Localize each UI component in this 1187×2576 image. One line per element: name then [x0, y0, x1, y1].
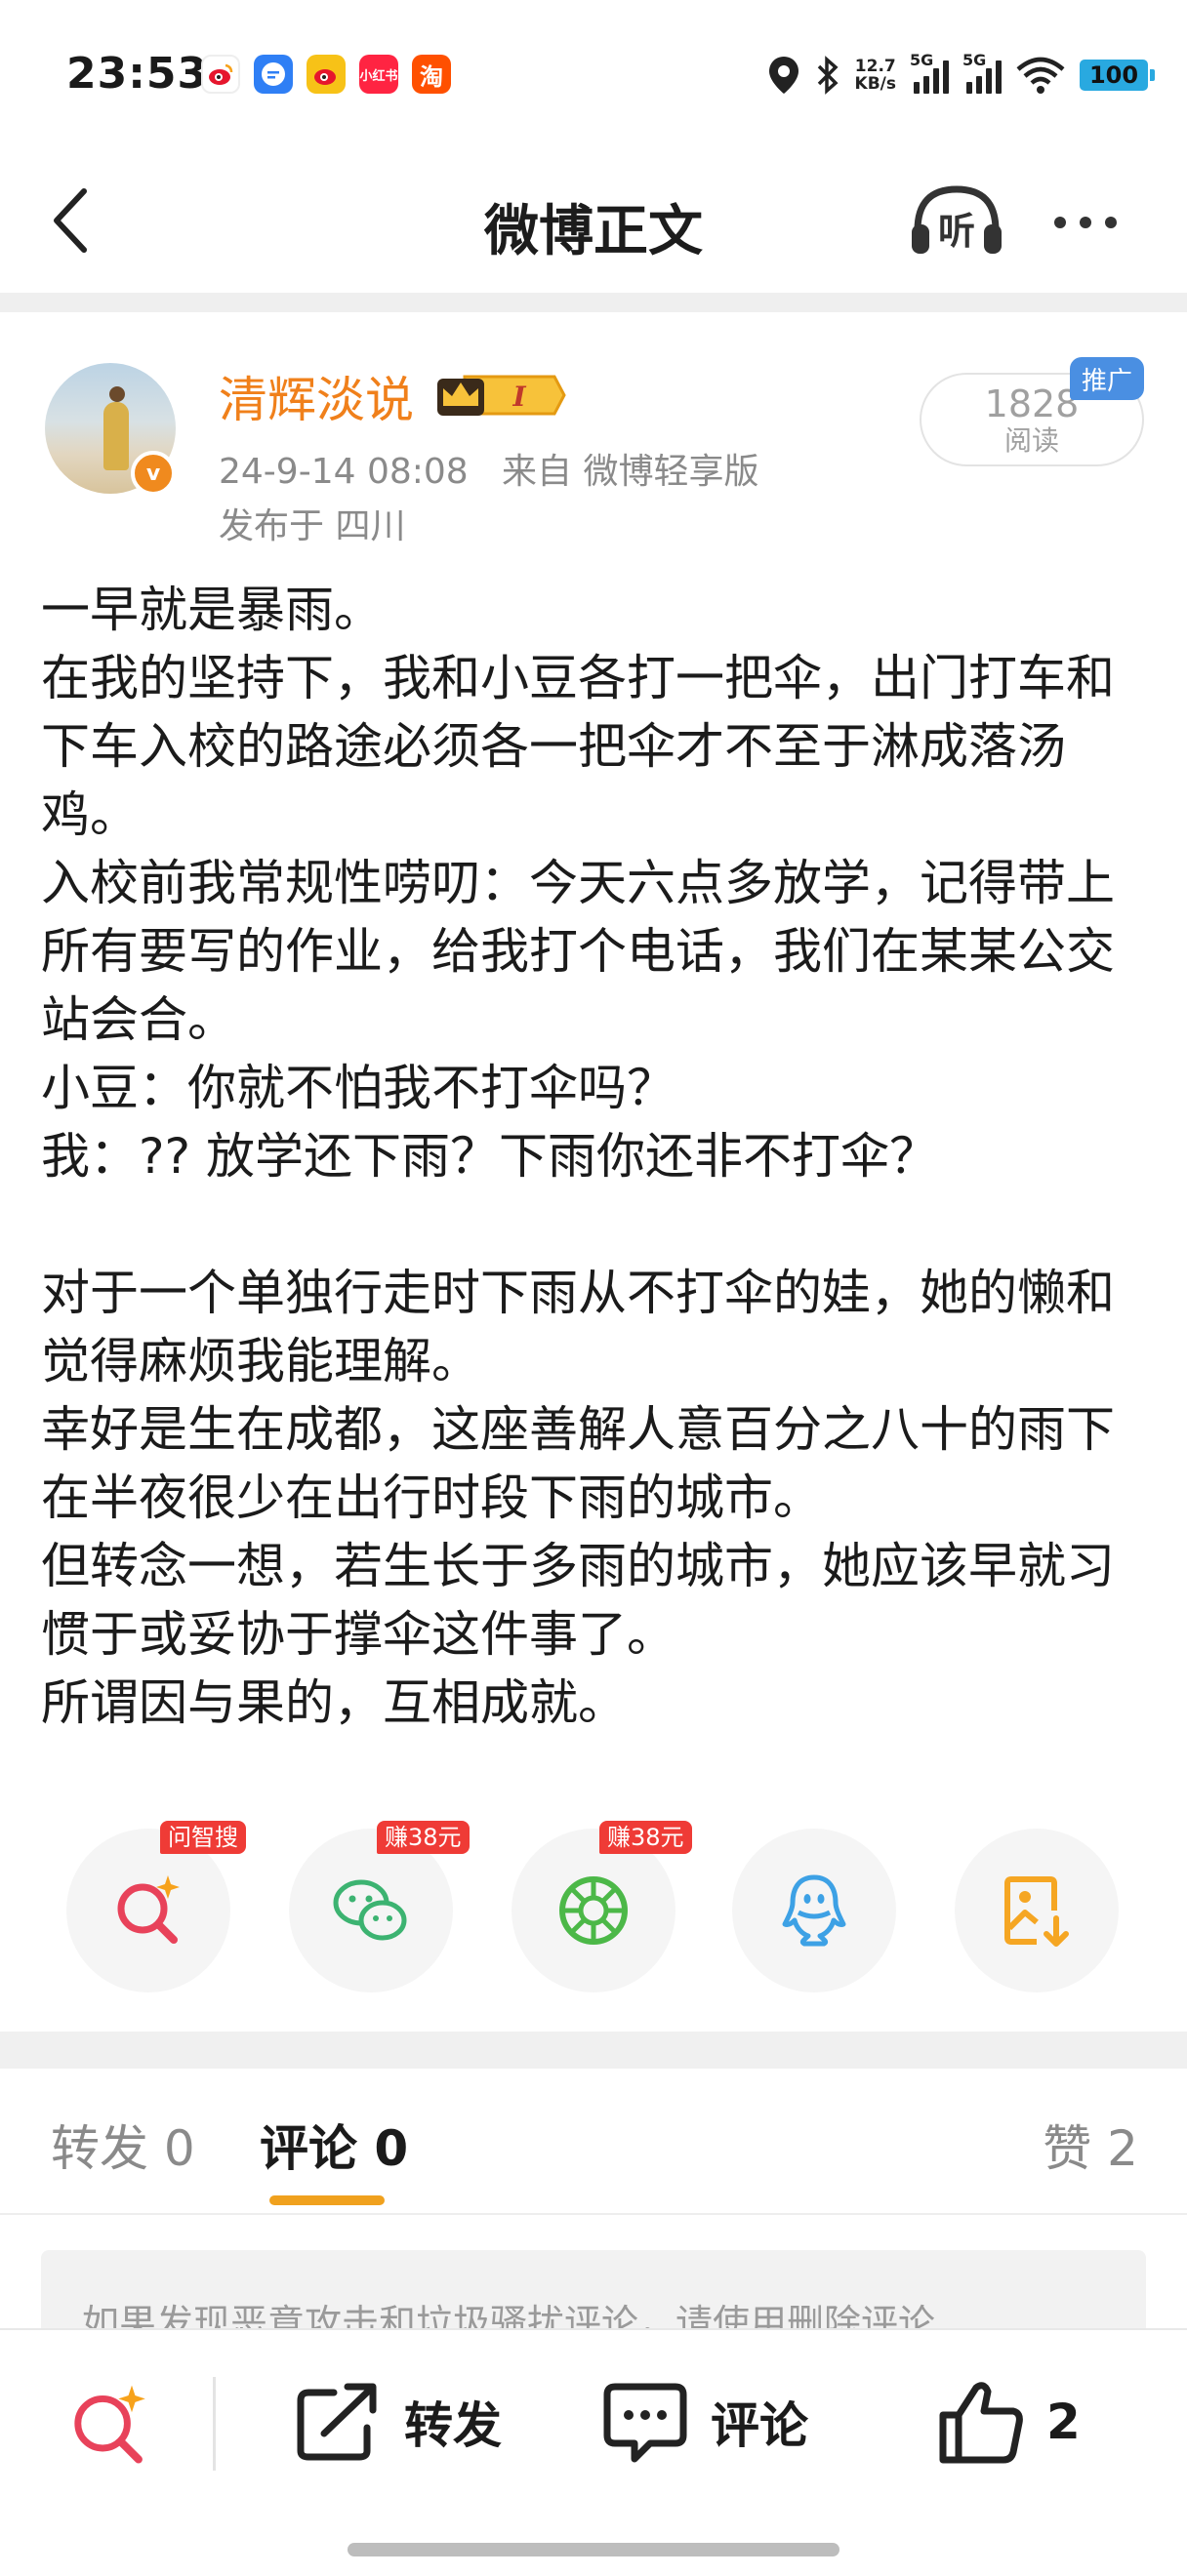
share-wechat-button[interactable]: 赚38元 — [289, 1821, 470, 1992]
share-save-image-button[interactable] — [955, 1829, 1119, 1992]
svg-text:听: 听 — [938, 210, 975, 253]
divider — [0, 2213, 1187, 2215]
divider — [0, 293, 1187, 312]
like-button[interactable]: 2 — [939, 2373, 1081, 2471]
qq-icon — [782, 1874, 846, 1947]
share-row: 问智搜 赚38元 赚38元 — [0, 1821, 1187, 1994]
post-meta: 24-9-14 08:08 来自 微博轻享版 — [219, 443, 759, 494]
tab-like[interactable]: 赞 2 — [1043, 2110, 1138, 2180]
post-paragraph: 小豆：你就不怕我不打伞吗？ — [41, 1060, 675, 1116]
read-label: 阅读 — [1003, 424, 1059, 457]
post-paragraph: 所谓因与果的，互相成就。 — [41, 1674, 627, 1731]
share-tag: 问智搜 — [160, 1821, 246, 1854]
thumbs-up-icon — [939, 2382, 1023, 2464]
moments-icon — [559, 1876, 628, 1945]
post-paragraph: 但转念一想，若生长于多雨的城市，她应该早就习惯于或妥协于撑伞这件事了。 — [41, 1538, 1115, 1663]
comment-notice-text: 如果发现恶意攻击和垃圾骚扰评论，请使用删除评论 — [82, 2302, 936, 2328]
divider — [213, 2377, 216, 2471]
promote-badge[interactable]: 推广 — [1070, 357, 1144, 400]
divider — [0, 2032, 1187, 2069]
status-bar: 23:53 小红书 淘 12.7 KB/s 5G 5G 100 — [0, 0, 1187, 146]
post-paragraph: 幸好是生在成都，这座善解人意百分之八十的雨下在半夜很少在出行时段下雨的城市。 — [41, 1401, 1115, 1526]
save-image-icon — [1004, 1876, 1069, 1947]
home-indicator[interactable] — [348, 2543, 839, 2556]
repost-icon — [297, 2383, 377, 2461]
post-paragraph: 我：?? 放学还下雨？下雨你还非不打伞？ — [41, 1128, 938, 1185]
post-body: 一早就是暴雨。 在我的坚持下，我和小豆各打一把伞，出门打车和下车入校的路途必须各… — [41, 576, 1154, 1737]
share-qq-button[interactable] — [732, 1829, 896, 1992]
post-source: 来自 微博轻享版 — [502, 452, 759, 492]
share-wenzhisou-button[interactable]: 问智搜 — [66, 1821, 246, 1992]
ai-search-icon[interactable] — [64, 2381, 154, 2471]
verified-badge-icon: v — [131, 451, 176, 496]
comment-notice: 如果发现恶意攻击和垃圾骚扰评论，请使用删除评论 — [41, 2250, 1146, 2328]
member-level-badge-icon[interactable]: I — [435, 371, 566, 420]
weibo-icon — [201, 55, 240, 94]
signal-1-icon: 5G — [910, 51, 949, 94]
active-tab-indicator — [269, 2195, 385, 2205]
bluetooth-icon — [817, 56, 839, 95]
wechat-icon — [333, 1879, 407, 1941]
share-tag: 赚38元 — [599, 1821, 692, 1854]
listen-icon[interactable]: 听 — [908, 181, 1005, 260]
post-paragraph: 对于一个单独行走时下雨从不打伞的娃，她的懒和觉得麻烦我能理解。 — [41, 1265, 1115, 1389]
comment-icon — [603, 2383, 687, 2463]
like-count: 2 — [1046, 2394, 1081, 2450]
more-menu-icon[interactable] — [1054, 203, 1132, 242]
author-name[interactable]: 清辉淡说 — [219, 361, 414, 431]
ai-search-icon — [117, 1875, 180, 1944]
comment-button[interactable]: 评论 — [601, 2373, 808, 2471]
comment-label: 评论 — [711, 2397, 808, 2454]
weibo-lite-icon — [307, 55, 346, 94]
status-time: 23:53 — [66, 49, 209, 99]
interaction-tabs: 转发 0 评论 0 赞 2 — [0, 2069, 1187, 2215]
message-icon — [254, 55, 293, 94]
page-title: 微博正文 — [484, 200, 703, 263]
share-tag: 赚38元 — [377, 1821, 470, 1854]
tab-comment[interactable]: 评论 0 — [260, 2110, 408, 2180]
xiaohongshu-icon: 小红书 — [359, 55, 398, 94]
post-datetime: 24-9-14 08:08 — [219, 452, 469, 492]
battery-indicator: 100 — [1080, 60, 1155, 91]
post-location: 发布于 四川 — [219, 506, 406, 546]
nav-bar: 微博正文 听 — [0, 146, 1187, 293]
location-icon — [768, 57, 798, 94]
post-paragraph: 入校前我常规性唠叨：今天六点多放学，记得带上所有要写的作业，给我打个电话，我们在… — [41, 855, 1115, 1048]
post-paragraph: 一早就是暴雨。 — [41, 582, 383, 638]
post-paragraph — [41, 1190, 1154, 1259]
tab-repost[interactable]: 转发 0 — [51, 2110, 195, 2180]
bottom-action-bar: 转发 评论 2 — [0, 2328, 1187, 2576]
taobao-icon: 淘 — [412, 55, 451, 94]
share-moments-button[interactable]: 赚38元 — [512, 1821, 692, 1992]
svg-text:I: I — [512, 381, 526, 413]
post-paragraph: 在我的坚持下，我和小豆各打一把伞，出门打车和下车入校的路途必须各一把伞才不至于淋… — [41, 650, 1115, 843]
signal-2-icon: 5G — [962, 51, 1002, 94]
repost-label: 转发 — [404, 2397, 502, 2454]
net-speed: 12.7 KB/s — [854, 57, 896, 94]
wifi-icon — [1016, 57, 1065, 94]
repost-button[interactable]: 转发 — [295, 2373, 502, 2471]
